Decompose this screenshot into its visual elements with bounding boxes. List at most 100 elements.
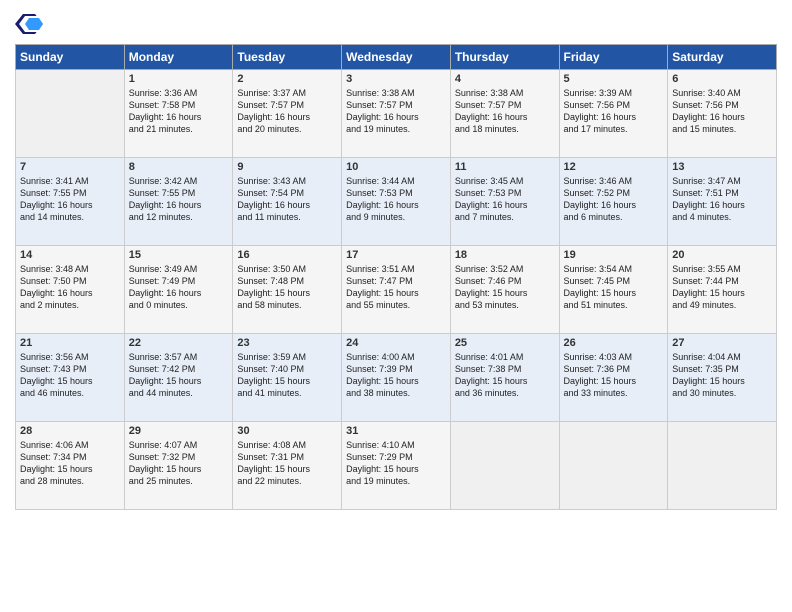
calendar-table: SundayMondayTuesdayWednesdayThursdayFrid… [15,44,777,510]
day-number: 21 [20,337,120,349]
day-content: Sunrise: 3:49 AM Sunset: 7:49 PM Dayligh… [129,263,229,312]
calendar-page: SundayMondayTuesdayWednesdayThursdayFrid… [0,0,792,612]
day-number: 3 [346,73,446,85]
day-number: 8 [129,161,229,173]
day-cell: 11 Sunrise: 3:45 AM Sunset: 7:53 PM Dayli… [450,158,559,246]
day-number: 9 [237,161,337,173]
day-cell: 21 Sunrise: 3:56 AM Sunset: 7:43 PM Dayli… [16,334,125,422]
day-content: Sunrise: 3:43 AM Sunset: 7:54 PM Dayligh… [237,175,337,224]
day-number: 10 [346,161,446,173]
day-number: 22 [129,337,229,349]
day-content: Sunrise: 4:08 AM Sunset: 7:31 PM Dayligh… [237,439,337,488]
day-content: Sunrise: 3:37 AM Sunset: 7:57 PM Dayligh… [237,87,337,136]
day-content: Sunrise: 3:41 AM Sunset: 7:55 PM Dayligh… [20,175,120,224]
day-cell: 9 Sunrise: 3:43 AM Sunset: 7:54 PM Daylig… [233,158,342,246]
day-content: Sunrise: 4:03 AM Sunset: 7:36 PM Dayligh… [564,351,664,400]
day-cell: 6Sunrise: 3:40 AM Sunset: 7:56 PM Daylig… [668,70,777,158]
day-content: Sunrise: 3:45 AM Sunset: 7:53 PM Dayligh… [455,175,555,224]
day-content: Sunrise: 3:55 AM Sunset: 7:44 PM Dayligh… [672,263,772,312]
header-cell-friday: Friday [559,45,668,70]
day-number: 17 [346,249,446,261]
day-cell: 12Sunrise: 3:46 AM Sunset: 7:52 PM Dayli… [559,158,668,246]
day-number: 12 [564,161,664,173]
day-cell: 14 Sunrise: 3:48 AM Sunset: 7:50 PM Dayli… [16,246,125,334]
day-cell: 20 Sunrise: 3:55 AM Sunset: 7:44 PM Dayli… [668,246,777,334]
day-number: 26 [564,337,664,349]
day-cell: 23 Sunrise: 3:59 AM Sunset: 7:40 PM Dayli… [233,334,342,422]
day-cell: 26 Sunrise: 4:03 AM Sunset: 7:36 PM Dayli… [559,334,668,422]
logo-icon [15,10,43,38]
day-cell: 19 Sunrise: 3:54 AM Sunset: 7:45 PM Dayli… [559,246,668,334]
day-cell: 16Sunrise: 3:50 AM Sunset: 7:48 PM Dayli… [233,246,342,334]
day-number: 5 [564,73,664,85]
day-content: Sunrise: 3:51 AM Sunset: 7:47 PM Dayligh… [346,263,446,312]
day-number: 19 [564,249,664,261]
day-content: Sunrise: 3:44 AM Sunset: 7:53 PM Dayligh… [346,175,446,224]
day-number: 2 [237,73,337,85]
day-number: 28 [20,425,120,437]
day-number: 29 [129,425,229,437]
day-content: Sunrise: 4:07 AM Sunset: 7:32 PM Dayligh… [129,439,229,488]
day-content: Sunrise: 3:56 AM Sunset: 7:43 PM Dayligh… [20,351,120,400]
header-cell-thursday: Thursday [450,45,559,70]
day-content: Sunrise: 3:42 AM Sunset: 7:55 PM Dayligh… [129,175,229,224]
day-number: 14 [20,249,120,261]
day-cell: 1 Sunrise: 3:36 AM Sunset: 7:58 PM Daylig… [124,70,233,158]
day-cell: 31Sunrise: 4:10 AM Sunset: 7:29 PM Dayli… [342,422,451,510]
day-number: 13 [672,161,772,173]
day-cell: 3 Sunrise: 3:38 AM Sunset: 7:57 PM Daylig… [342,70,451,158]
header-row: SundayMondayTuesdayWednesdayThursdayFrid… [16,45,777,70]
day-content: Sunrise: 3:54 AM Sunset: 7:45 PM Dayligh… [564,263,664,312]
day-content: Sunrise: 3:48 AM Sunset: 7:50 PM Dayligh… [20,263,120,312]
day-content: Sunrise: 3:59 AM Sunset: 7:40 PM Dayligh… [237,351,337,400]
day-cell: 29 Sunrise: 4:07 AM Sunset: 7:32 PM Dayli… [124,422,233,510]
header [15,10,777,38]
day-content: Sunrise: 3:38 AM Sunset: 7:57 PM Dayligh… [455,87,555,136]
day-content: Sunrise: 3:39 AM Sunset: 7:56 PM Dayligh… [564,87,664,136]
day-cell: 2 Sunrise: 3:37 AM Sunset: 7:57 PM Daylig… [233,70,342,158]
header-cell-wednesday: Wednesday [342,45,451,70]
day-number: 7 [20,161,120,173]
day-cell: 10 Sunrise: 3:44 AM Sunset: 7:53 PM Dayli… [342,158,451,246]
day-number: 23 [237,337,337,349]
day-cell [450,422,559,510]
day-cell: 24Sunrise: 4:00 AM Sunset: 7:39 PM Dayli… [342,334,451,422]
day-cell: 15Sunrise: 3:49 AM Sunset: 7:49 PM Dayli… [124,246,233,334]
day-number: 11 [455,161,555,173]
day-cell: 7 Sunrise: 3:41 AM Sunset: 7:55 PM Daylig… [16,158,125,246]
day-cell: 17 Sunrise: 3:51 AM Sunset: 7:47 PM Dayli… [342,246,451,334]
day-cell [668,422,777,510]
day-number: 30 [237,425,337,437]
day-number: 27 [672,337,772,349]
day-content: Sunrise: 4:00 AM Sunset: 7:39 PM Dayligh… [346,351,446,400]
day-number: 4 [455,73,555,85]
week-row-5: 28Sunrise: 4:06 AM Sunset: 7:34 PM Dayli… [16,422,777,510]
day-content: Sunrise: 3:47 AM Sunset: 7:51 PM Dayligh… [672,175,772,224]
day-number: 20 [672,249,772,261]
day-number: 31 [346,425,446,437]
day-cell: 18Sunrise: 3:52 AM Sunset: 7:46 PM Dayli… [450,246,559,334]
day-cell: 5 Sunrise: 3:39 AM Sunset: 7:56 PM Daylig… [559,70,668,158]
week-row-4: 21 Sunrise: 3:56 AM Sunset: 7:43 PM Dayli… [16,334,777,422]
day-cell: 22Sunrise: 3:57 AM Sunset: 7:42 PM Dayli… [124,334,233,422]
header-cell-sunday: Sunday [16,45,125,70]
day-content: Sunrise: 4:04 AM Sunset: 7:35 PM Dayligh… [672,351,772,400]
day-cell: 28Sunrise: 4:06 AM Sunset: 7:34 PM Dayli… [16,422,125,510]
day-number: 1 [129,73,229,85]
week-row-3: 14 Sunrise: 3:48 AM Sunset: 7:50 PM Dayli… [16,246,777,334]
day-cell: 30 Sunrise: 4:08 AM Sunset: 7:31 PM Dayli… [233,422,342,510]
day-content: Sunrise: 3:36 AM Sunset: 7:58 PM Dayligh… [129,87,229,136]
logo [15,10,47,38]
header-cell-monday: Monday [124,45,233,70]
day-number: 18 [455,249,555,261]
header-cell-saturday: Saturday [668,45,777,70]
day-content: Sunrise: 3:38 AM Sunset: 7:57 PM Dayligh… [346,87,446,136]
week-row-1: 1 Sunrise: 3:36 AM Sunset: 7:58 PM Daylig… [16,70,777,158]
day-cell: 27 Sunrise: 4:04 AM Sunset: 7:35 PM Dayli… [668,334,777,422]
day-number: 25 [455,337,555,349]
day-cell: 25 Sunrise: 4:01 AM Sunset: 7:38 PM Dayli… [450,334,559,422]
header-cell-tuesday: Tuesday [233,45,342,70]
day-cell [16,70,125,158]
day-cell [559,422,668,510]
day-content: Sunrise: 4:01 AM Sunset: 7:38 PM Dayligh… [455,351,555,400]
